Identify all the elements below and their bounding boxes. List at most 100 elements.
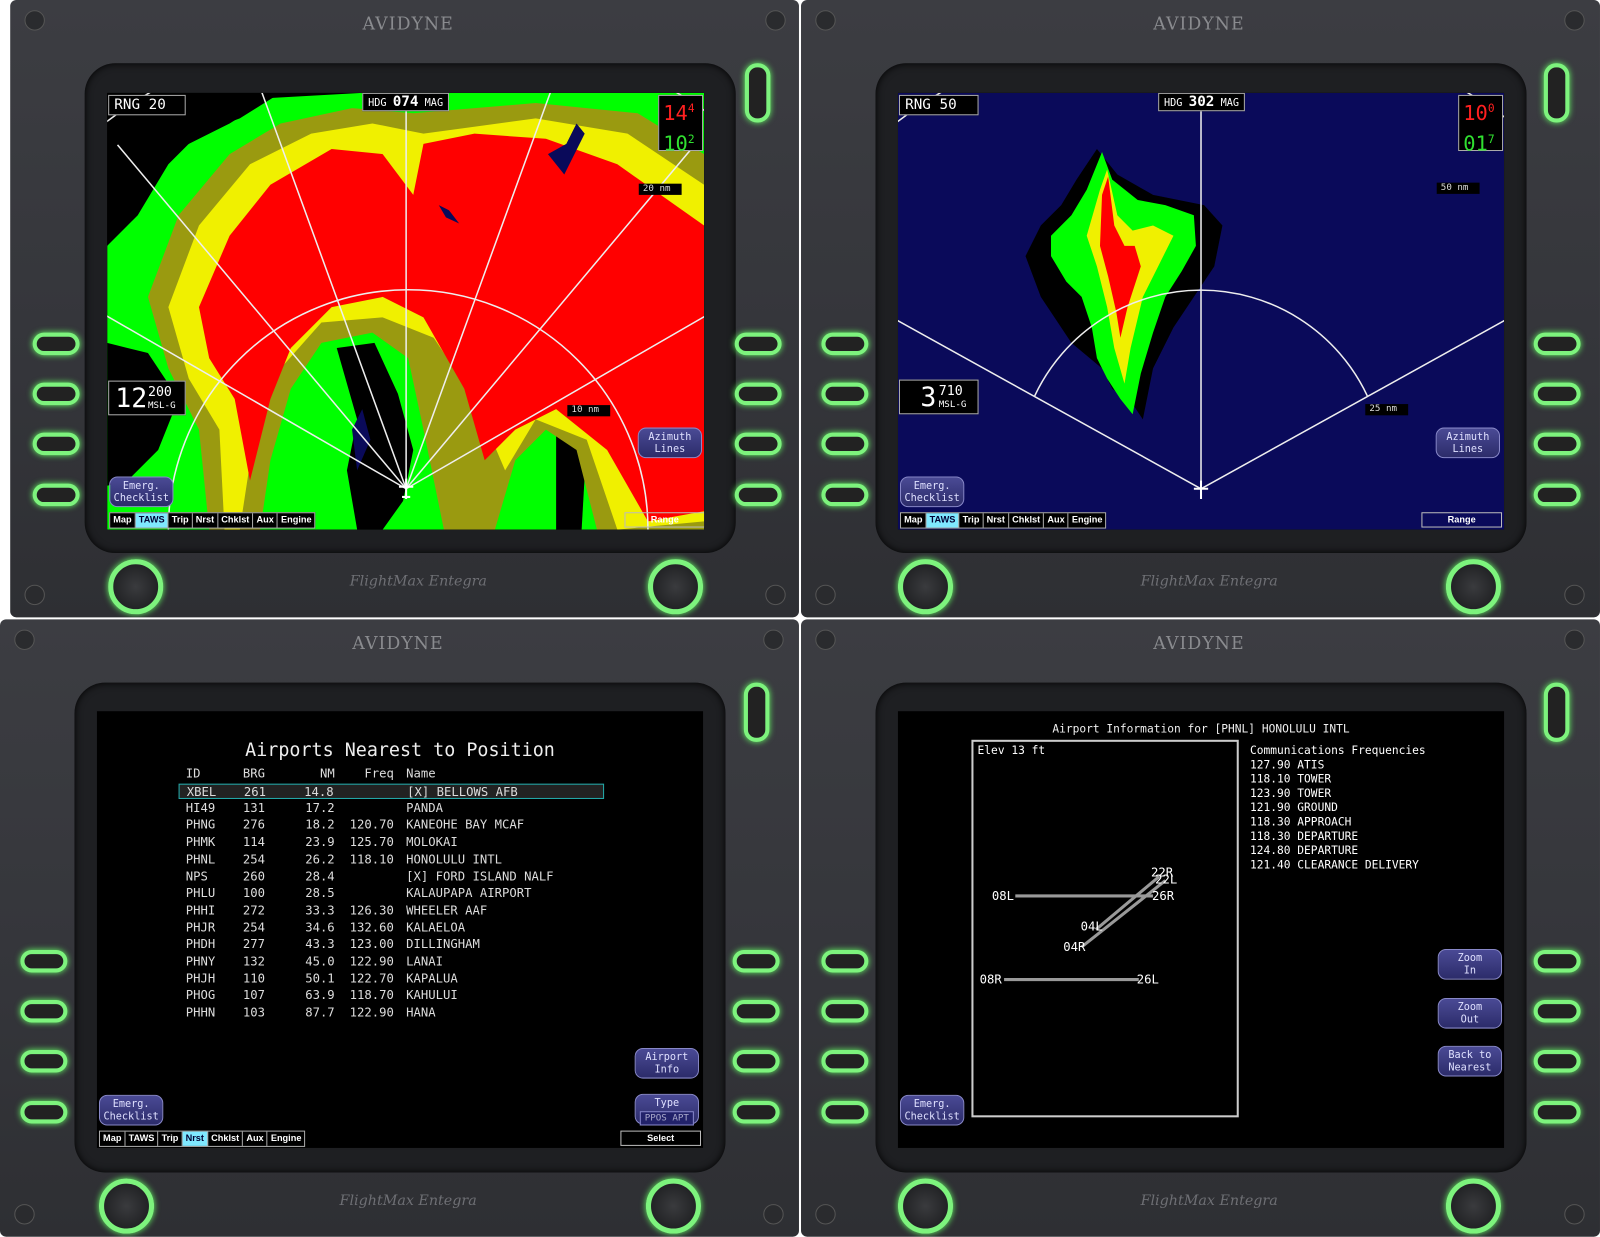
left-key-1[interactable] <box>32 332 80 356</box>
range-value: RNG 50 <box>905 96 957 114</box>
frequency: 122.90 <box>349 954 394 969</box>
runway-label-08R: 08R <box>979 972 1002 987</box>
right-key-2[interactable] <box>1533 999 1581 1023</box>
type-button[interactable]: Type PPOS APT <box>634 1093 699 1126</box>
range-button[interactable]: Range <box>1421 512 1503 528</box>
emergency-checklist-button[interactable]: Emerg. Checklist <box>899 1094 965 1126</box>
tab-trip[interactable]: Trip <box>159 1131 183 1146</box>
tab-nrst[interactable]: Nrst <box>984 513 1010 528</box>
table-row[interactable]: HI49 131 17.2 PANDA <box>179 801 605 816</box>
left-key-1[interactable] <box>821 332 869 356</box>
tab-nrst[interactable]: Nrst <box>193 513 219 528</box>
right-key-3[interactable] <box>1533 1049 1581 1073</box>
right-key-2[interactable] <box>734 382 782 406</box>
table-row[interactable]: PHMK 114 23.9 125.70 MOLOKAI <box>179 835 605 850</box>
zoom-out-button[interactable]: Zoom Out <box>1437 997 1503 1029</box>
table-row[interactable]: PHLU 100 28.5 KALAUPAPA AIRPORT <box>179 886 605 901</box>
right-knob[interactable] <box>1445 1178 1502 1234</box>
left-knob[interactable] <box>897 1178 954 1234</box>
table-row[interactable]: PHNY 132 45.0 122.90 LANAI <box>179 954 605 969</box>
warn-top-sup: 4 <box>687 102 695 116</box>
left-key-1[interactable] <box>821 949 869 973</box>
tab-engine[interactable]: Engine <box>278 513 315 527</box>
left-key-4[interactable] <box>821 483 869 507</box>
airport-info-button[interactable]: Airport Info <box>634 1047 699 1079</box>
tab-map[interactable]: Map <box>100 1131 126 1146</box>
left-key-2[interactable] <box>821 382 869 406</box>
left-key-4[interactable] <box>821 1101 869 1124</box>
right-key-1[interactable] <box>732 949 780 973</box>
table-row[interactable]: PHNL 254 26.2 118.10 HONOLULU INTL <box>179 852 605 867</box>
left-key-3[interactable] <box>32 432 80 456</box>
right-key-2[interactable] <box>732 999 780 1023</box>
screw-icon <box>815 584 836 606</box>
left-key-1[interactable] <box>20 949 68 973</box>
top-right-key[interactable] <box>744 63 771 123</box>
table-row[interactable]: PHJR 254 34.6 132.60 KALAELOA <box>179 920 605 935</box>
top-right-key[interactable] <box>743 682 770 742</box>
right-key-2[interactable] <box>1533 382 1581 406</box>
right-knob[interactable] <box>1445 559 1502 615</box>
table-row[interactable]: PHJH 110 50.1 122.70 KAPALUA <box>179 971 605 986</box>
right-key-1[interactable] <box>1533 949 1581 973</box>
left-key-4[interactable] <box>20 1101 68 1124</box>
right-key-4[interactable] <box>732 1101 780 1124</box>
right-key-4[interactable] <box>1533 483 1581 507</box>
left-key-4[interactable] <box>32 483 80 507</box>
tab-taws[interactable]: TAWS <box>926 513 960 528</box>
airport-id: PHJR <box>185 919 216 935</box>
right-knob[interactable] <box>645 1178 702 1234</box>
emergency-checklist-button[interactable]: Emerg. Checklist <box>98 1094 164 1126</box>
tab-map[interactable]: Map <box>110 513 136 528</box>
left-key-3[interactable] <box>821 432 869 456</box>
table-row[interactable]: PHOG 107 63.9 118.70 KAHULUI <box>179 988 605 1003</box>
tab-map[interactable]: Map <box>901 513 927 528</box>
table-row[interactable]: PHHN 103 87.7 122.90 HANA <box>179 1005 605 1020</box>
tab-aux[interactable]: Aux <box>253 513 278 528</box>
azimuth-lines-button[interactable]: Azimuth Lines <box>1435 427 1500 459</box>
table-row[interactable]: XBEL 261 14.8 [X] BELLOWS AFB <box>178 783 605 799</box>
emergency-checklist-button[interactable]: Emerg. Checklist <box>109 476 174 508</box>
left-key-2[interactable] <box>821 999 869 1023</box>
left-key-2[interactable] <box>20 999 68 1023</box>
right-key-3[interactable] <box>732 1049 780 1073</box>
tab-trip[interactable]: Trip <box>960 513 984 528</box>
right-key-4[interactable] <box>734 483 782 507</box>
left-key-2[interactable] <box>32 382 80 406</box>
right-key-3[interactable] <box>1533 432 1581 456</box>
right-knob[interactable] <box>647 559 704 615</box>
left-knob[interactable] <box>108 559 164 615</box>
top-right-key[interactable] <box>1543 682 1570 742</box>
tab-engine[interactable]: Engine <box>268 1132 305 1146</box>
left-key-3[interactable] <box>20 1049 68 1073</box>
distance: 23.9 <box>305 834 335 850</box>
table-row[interactable]: NPS 260 28.4 [X] FORD ISLAND NALF <box>179 869 605 884</box>
top-right-key[interactable] <box>1543 63 1570 123</box>
tab-trip[interactable]: Trip <box>169 513 193 528</box>
left-knob[interactable] <box>98 1178 155 1234</box>
back-to-nearest-button[interactable]: Back to Nearest <box>1437 1045 1503 1077</box>
table-row[interactable]: PHHI 272 33.3 126.30 WHEELER AAF <box>179 903 605 918</box>
tab-taws[interactable]: TAWS <box>135 513 169 528</box>
tab-chklst[interactable]: Chklst <box>218 513 254 528</box>
range-button[interactable]: Range <box>624 512 705 528</box>
tab-aux[interactable]: Aux <box>243 1131 268 1146</box>
left-knob[interactable] <box>897 559 954 615</box>
azimuth-lines-button[interactable]: Azimuth Lines <box>637 427 703 459</box>
left-key-3[interactable] <box>821 1049 869 1073</box>
tab-taws[interactable]: TAWS <box>126 1131 159 1146</box>
right-key-1[interactable] <box>734 332 782 356</box>
right-key-3[interactable] <box>734 432 782 456</box>
select-button[interactable]: Select <box>620 1130 702 1146</box>
right-key-4[interactable] <box>1533 1101 1581 1124</box>
zoom-in-button[interactable]: Zoom In <box>1437 948 1503 980</box>
tab-nrst[interactable]: Nrst <box>182 1131 209 1146</box>
tab-chklst[interactable]: Chklst <box>1009 513 1045 528</box>
tab-chklst[interactable]: Chklst <box>208 1131 244 1146</box>
table-row[interactable]: PHDH 277 43.3 123.00 DILLINGHAM <box>179 937 605 952</box>
tab-engine[interactable]: Engine <box>1069 513 1106 527</box>
emergency-checklist-button[interactable]: Emerg. Checklist <box>899 476 965 508</box>
tab-aux[interactable]: Aux <box>1044 513 1069 528</box>
right-key-1[interactable] <box>1533 332 1581 356</box>
table-row[interactable]: PHNG 276 18.2 120.70 KANEOHE BAY MCAF <box>179 818 605 833</box>
